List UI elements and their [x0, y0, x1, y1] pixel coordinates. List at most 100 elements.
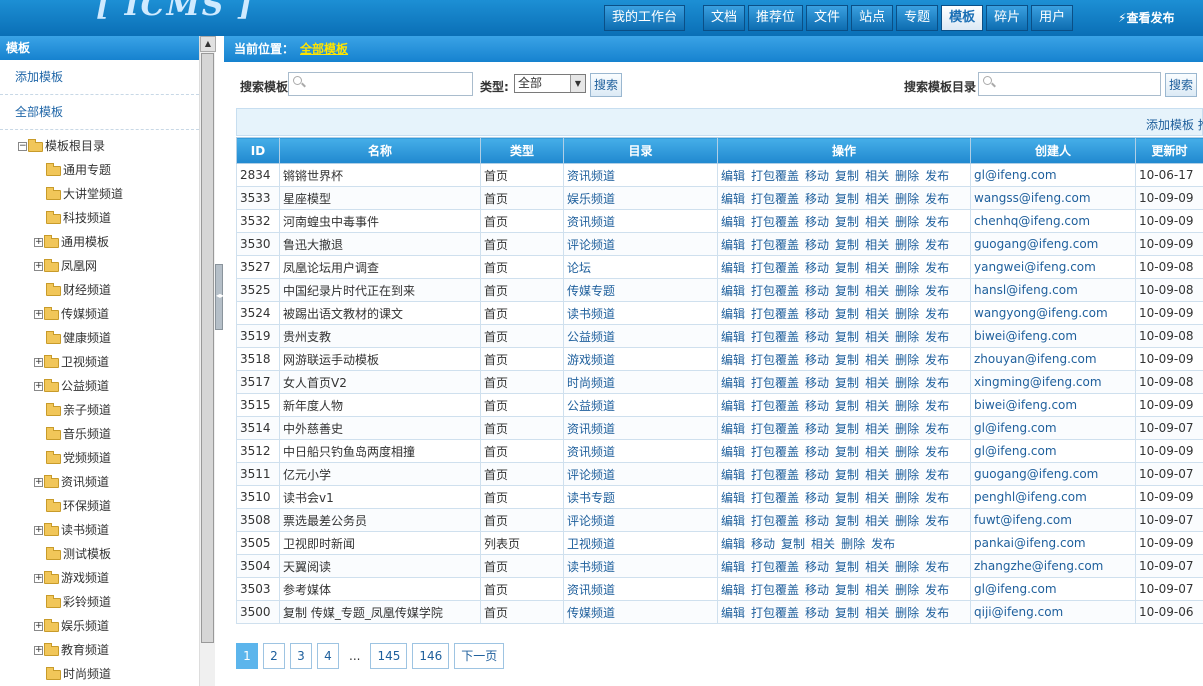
tree-item[interactable]: + 卫视频道 [0, 350, 199, 374]
cell-directory-link[interactable]: 资讯频道 [563, 577, 718, 601]
row-action-link[interactable]: 复制 [835, 284, 859, 298]
row-action-link[interactable]: 编辑 [721, 192, 745, 206]
sidebar-splitter[interactable]: ◂▸ [215, 264, 224, 330]
nav-item-4[interactable]: 专题 [896, 5, 939, 31]
cell-creator-link[interactable]: gl@ifeng.com [970, 163, 1136, 187]
row-action-link[interactable]: 删除 [895, 445, 919, 459]
tree-item[interactable]: + 教育频道 [0, 638, 199, 662]
row-action-link[interactable]: 发布 [925, 422, 949, 436]
tree-item[interactable]: 测试模板 [0, 542, 199, 566]
tree-item[interactable]: + 传媒频道 [0, 302, 199, 326]
cell-directory-link[interactable]: 资讯频道 [563, 439, 718, 463]
view-publish-link[interactable]: ⚡查看发布 [1118, 9, 1174, 26]
row-action-link[interactable]: 复制 [835, 353, 859, 367]
row-action-link[interactable]: 编辑 [721, 169, 745, 183]
row-action-link[interactable]: 移动 [805, 284, 829, 298]
cell-creator-link[interactable]: chenhq@ifeng.com [970, 209, 1136, 233]
page-button[interactable]: 3 [290, 643, 312, 669]
row-action-link[interactable]: 删除 [895, 514, 919, 528]
row-action-link[interactable]: 删除 [895, 422, 919, 436]
nav-item-1[interactable]: 推荐位 [748, 5, 804, 31]
row-action-link[interactable]: 移动 [805, 192, 829, 206]
row-action-link[interactable]: 打包覆盖 [751, 169, 799, 183]
tree-item[interactable]: 健康频道 [0, 326, 199, 350]
row-action-link[interactable]: 移动 [751, 537, 775, 551]
expand-icon[interactable]: + [34, 646, 43, 655]
row-action-link[interactable]: 相关 [865, 353, 889, 367]
expand-icon[interactable]: + [34, 358, 43, 367]
row-action-link[interactable]: 打包覆盖 [751, 445, 799, 459]
row-action-link[interactable]: 编辑 [721, 560, 745, 574]
row-action-link[interactable]: 删除 [895, 468, 919, 482]
row-action-link[interactable]: 删除 [895, 169, 919, 183]
expand-icon[interactable]: + [34, 238, 43, 247]
row-action-link[interactable]: 编辑 [721, 376, 745, 390]
row-action-link[interactable]: 打包覆盖 [751, 353, 799, 367]
row-action-link[interactable]: 复制 [835, 261, 859, 275]
row-action-link[interactable]: 复制 [835, 468, 859, 482]
tree-item[interactable]: + 通用模板 [0, 230, 199, 254]
row-action-link[interactable]: 删除 [895, 284, 919, 298]
row-action-link[interactable]: 发布 [925, 468, 949, 482]
nav-item-3[interactable]: 站点 [851, 5, 894, 31]
cell-creator-link[interactable]: guogang@ifeng.com [970, 232, 1136, 256]
row-action-link[interactable]: 编辑 [721, 353, 745, 367]
tree-item[interactable]: + 读书频道 [0, 518, 199, 542]
collapse-icon[interactable]: − [18, 142, 27, 151]
row-action-link[interactable]: 编辑 [721, 445, 745, 459]
row-action-link[interactable]: 相关 [865, 284, 889, 298]
row-action-link[interactable]: 删除 [895, 583, 919, 597]
tree-item[interactable]: + 娱乐频道 [0, 614, 199, 638]
row-action-link[interactable]: 删除 [895, 560, 919, 574]
search-dir-button[interactable]: 搜索 [1165, 73, 1198, 97]
row-action-link[interactable]: 删除 [895, 491, 919, 505]
cell-directory-link[interactable]: 公益频道 [563, 393, 718, 417]
row-action-link[interactable]: 打包覆盖 [751, 468, 799, 482]
row-action-link[interactable]: 打包覆盖 [751, 399, 799, 413]
row-action-link[interactable]: 打包覆盖 [751, 606, 799, 620]
sidebar-link-all-templates[interactable]: 全部模板 [0, 95, 199, 130]
row-action-link[interactable]: 编辑 [721, 514, 745, 528]
row-action-link[interactable]: 打包覆盖 [751, 330, 799, 344]
cell-creator-link[interactable]: hansl@ifeng.com [970, 278, 1136, 302]
cell-directory-link[interactable]: 读书专题 [563, 485, 718, 509]
row-action-link[interactable]: 打包覆盖 [751, 284, 799, 298]
row-action-link[interactable]: 删除 [895, 238, 919, 252]
row-action-link[interactable]: 删除 [895, 353, 919, 367]
row-action-link[interactable]: 打包覆盖 [751, 560, 799, 574]
expand-icon[interactable]: + [34, 478, 43, 487]
cell-directory-link[interactable]: 传媒专题 [563, 278, 718, 302]
row-action-link[interactable]: 移动 [805, 238, 829, 252]
add-template-link[interactable]: 添加模板 推 [1146, 116, 1203, 133]
row-action-link[interactable]: 编辑 [721, 468, 745, 482]
row-action-link[interactable]: 复制 [835, 491, 859, 505]
row-action-link[interactable]: 发布 [925, 307, 949, 321]
row-action-link[interactable]: 编辑 [721, 307, 745, 321]
row-action-link[interactable]: 打包覆盖 [751, 376, 799, 390]
page-button[interactable]: 4 [317, 643, 339, 669]
row-action-link[interactable]: 发布 [925, 238, 949, 252]
cell-directory-link[interactable]: 资讯频道 [563, 209, 718, 233]
row-action-link[interactable]: 发布 [925, 192, 949, 206]
row-action-link[interactable]: 删除 [895, 192, 919, 206]
cell-creator-link[interactable]: fuwt@ifeng.com [970, 508, 1136, 532]
row-action-link[interactable]: 相关 [865, 192, 889, 206]
cell-directory-link[interactable]: 读书频道 [563, 301, 718, 325]
tree-item[interactable]: 财经频道 [0, 278, 199, 302]
tree-item[interactable]: 音乐频道 [0, 422, 199, 446]
row-action-link[interactable]: 编辑 [721, 399, 745, 413]
row-action-link[interactable]: 打包覆盖 [751, 261, 799, 275]
row-action-link[interactable]: 发布 [871, 537, 895, 551]
page-button[interactable]: 145 [370, 643, 408, 669]
row-action-link[interactable]: 删除 [895, 215, 919, 229]
tree-item[interactable]: 彩铃频道 [0, 590, 199, 614]
cell-creator-link[interactable]: gl@ifeng.com [970, 439, 1136, 463]
expand-icon[interactable]: + [34, 574, 43, 583]
cell-directory-link[interactable]: 卫视频道 [563, 531, 718, 555]
row-action-link[interactable]: 复制 [835, 583, 859, 597]
row-action-link[interactable]: 移动 [805, 422, 829, 436]
cell-directory-link[interactable]: 资讯频道 [563, 416, 718, 440]
row-action-link[interactable]: 复制 [835, 514, 859, 528]
nav-item-7[interactable]: 用户 [1031, 5, 1074, 31]
row-action-link[interactable]: 移动 [805, 606, 829, 620]
